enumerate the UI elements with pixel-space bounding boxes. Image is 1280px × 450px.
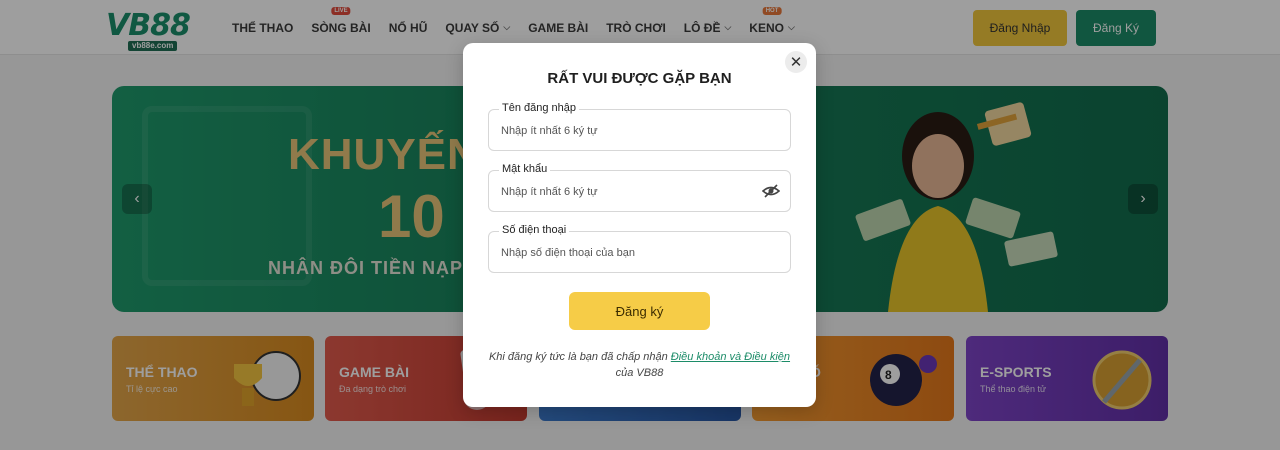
phone-field[interactable]: Số điện thoại — [488, 224, 791, 273]
password-field[interactable]: Mật khẩu — [488, 163, 791, 212]
terms-link[interactable]: Điều khoản và Điều kiện — [671, 351, 790, 363]
register-submit-button[interactable]: Đăng ký — [569, 292, 710, 330]
terms-prefix: Khi đăng ký tức là bạn đã chấp nhận — [488, 351, 668, 363]
username-label: Tên đăng nhập — [499, 102, 580, 114]
password-input[interactable] — [501, 183, 751, 201]
page: VB88 vb88e.com THỂ THAO LIVE SÒNG BÀI NỔ… — [0, 0, 1280, 450]
phone-label: Số điện thoại — [499, 224, 570, 236]
terms-suffix: của VB88 — [615, 367, 664, 379]
username-input[interactable] — [501, 122, 751, 140]
password-label: Mật khẩu — [499, 163, 551, 175]
register-modal: ✕ RẤT VUI ĐƯỢC GẶP BẠN Tên đăng nhập Mật… — [463, 43, 816, 407]
phone-input[interactable] — [501, 244, 751, 262]
eye-off-icon[interactable] — [762, 183, 780, 199]
modal-title: RẤT VUI ĐƯỢC GẶP BẠN — [547, 70, 732, 87]
username-field[interactable]: Tên đăng nhập — [488, 102, 791, 151]
terms-text: Khi đăng ký tức là bạn đã chấp nhận Điều … — [483, 349, 796, 381]
